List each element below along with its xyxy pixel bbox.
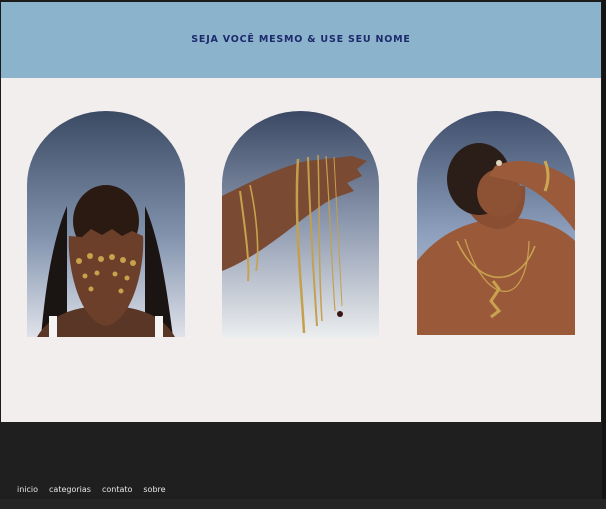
gallery-card-hand-necklaces[interactable] xyxy=(222,111,379,338)
footer-nav: inicio categorias contato sobre xyxy=(17,485,166,494)
gallery-card-woman-hands-rings[interactable] xyxy=(27,111,185,337)
footer-link-contato[interactable]: contato xyxy=(102,485,132,494)
photo-hand-holding-necklaces xyxy=(222,111,379,338)
hero-title: Seja você mesmo & use seu nome xyxy=(191,33,411,45)
footer-link-categorias[interactable]: categorias xyxy=(49,485,91,494)
photo-man-back-necklaces xyxy=(417,111,575,335)
hero-banner: Seja você mesmo & use seu nome xyxy=(1,2,601,78)
photo-woman-hands-rings xyxy=(27,111,185,337)
footer-link-inicio[interactable]: inicio xyxy=(17,485,38,494)
footer-link-sobre[interactable]: sobre xyxy=(143,485,165,494)
gallery-card-man-necklaces[interactable] xyxy=(417,111,575,335)
window-right-edge xyxy=(602,0,606,509)
footer: inicio categorias contato sobre xyxy=(0,422,602,499)
gallery-section xyxy=(1,78,601,422)
window-bottom-edge xyxy=(0,499,606,509)
